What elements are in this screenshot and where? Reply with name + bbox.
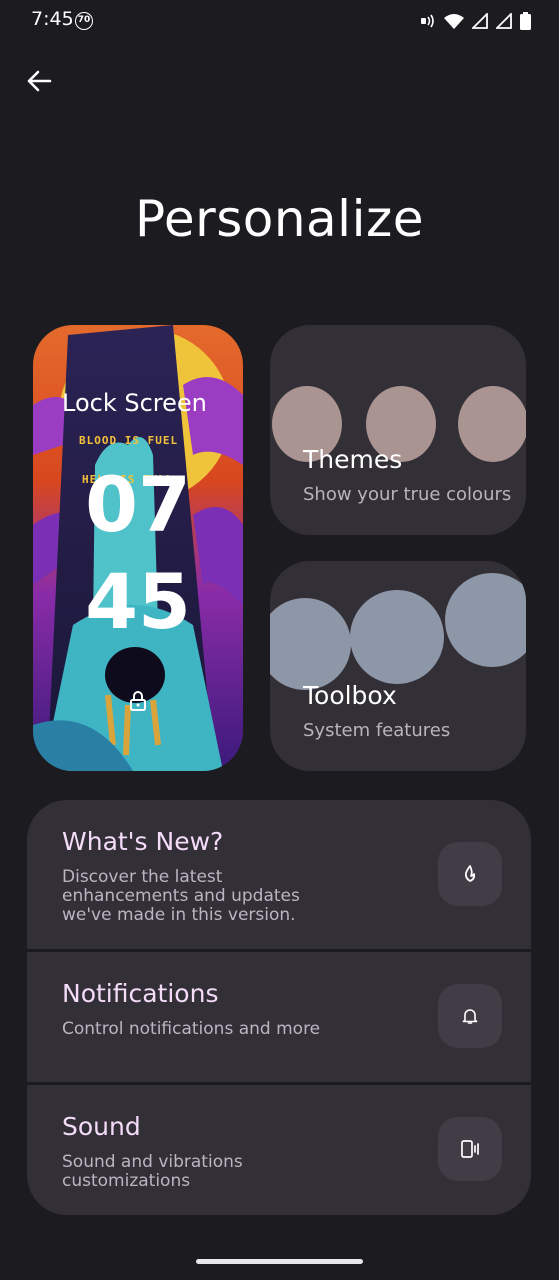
battery-icon [520,12,531,30]
padlock-icon [130,691,146,711]
whats-new-title: What's New? [62,827,224,856]
lock-screen-label: Lock Screen [62,389,207,417]
notifications-title: Notifications [62,979,219,1008]
toolbox-title: Toolbox [303,681,397,710]
wallpaper-text-1: BLOOD IS FUEL [79,434,179,447]
toolbox-subtitle: System features [303,720,451,741]
notification-count-badge: 70 [75,12,93,30]
notifications-description: Control notifications and more [62,1019,321,1039]
signal-icon [496,13,512,29]
whats-new-description: Discover the latest enhancements and upd… [62,867,300,925]
bell-icon [462,1009,478,1024]
back-button[interactable] [22,64,56,98]
arrow-left-icon [27,70,52,92]
notifications-row[interactable]: Notifications Control notifications and … [27,952,531,1082]
themes-subtitle: Show your true colours [303,484,512,505]
notifications-button[interactable] [438,984,502,1048]
settings-list: What's New? Discover the latest enhancem… [27,800,531,1215]
status-time: 7:45 [31,8,74,30]
wifi-icon [444,14,464,29]
phone-vibrate-icon [461,1140,479,1158]
sound-button[interactable] [438,1117,502,1181]
themes-title: Themes [303,445,403,474]
page-title: Personalize [135,190,424,248]
sound-title: Sound [62,1112,141,1141]
themes-tile[interactable]: Themes Show your true colours [270,325,526,535]
nfc-icon [421,14,434,28]
sound-row[interactable]: Sound Sound and vibrations customization… [27,1085,531,1215]
home-gesture-bar[interactable] [196,1259,363,1264]
lock-screen-card[interactable]: Lock Screen BLOOD IS FUEL HELL IS FULL 0… [33,325,243,771]
status-bar: 7:45 70 [0,0,559,44]
whats-new-row[interactable]: What's New? Discover the latest enhancem… [27,800,531,949]
sound-description: Sound and vibrations customizations [62,1152,243,1191]
toolbox-tile[interactable]: Toolbox System features [270,561,526,771]
lock-clock-hour: 07 [85,460,191,549]
whats-new-button[interactable] [438,842,502,906]
flame-icon [464,865,476,882]
status-icons [420,12,531,30]
signal-icon [472,13,488,29]
lock-clock-minute: 45 [85,557,191,646]
